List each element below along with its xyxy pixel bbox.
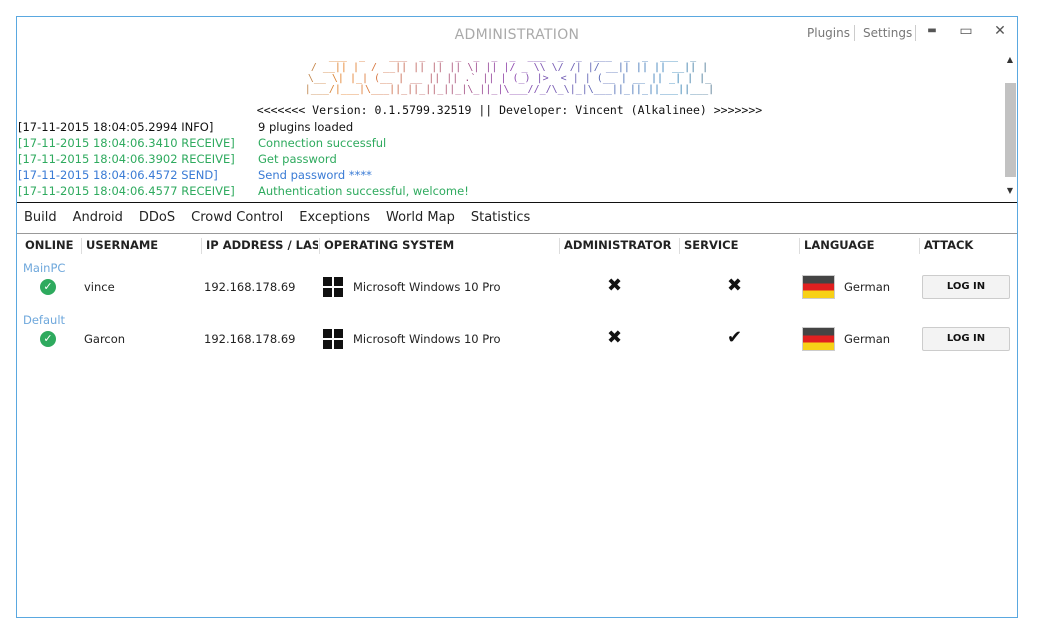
- version-line: <<<<<<< Version: 0.1.5799.32519 || Devel…: [256, 103, 763, 117]
- close-button[interactable]: ✕: [989, 23, 1011, 43]
- operating-system: Microsoft Windows 10 Pro: [353, 280, 501, 294]
- column-header[interactable]: IP ADDRESS / LAST SEEN: [201, 238, 318, 254]
- plugins-link[interactable]: Plugins: [807, 26, 850, 40]
- ip-address: 192.168.178.69: [204, 280, 296, 294]
- main-tabs: Build Android DDoS Crowd Control Exceptions W…: [24, 210, 530, 225]
- username: Garcon: [84, 332, 126, 346]
- column-header[interactable]: SERVICE: [679, 238, 798, 254]
- tab-statistics[interactable]: Statistics: [471, 210, 530, 225]
- divider: [915, 25, 916, 41]
- tab-exceptions[interactable]: Exceptions: [299, 210, 370, 225]
- log-timestamp: [17-11-2015 18:04:06.3410 RECEIVE]: [18, 136, 235, 150]
- ip-address: 192.168.178.69: [204, 332, 296, 346]
- divider: [854, 25, 855, 41]
- administrator-status-icon: ✖: [607, 327, 623, 348]
- log-message: Authentication successful, welcome!: [258, 184, 469, 198]
- maximize-button[interactable]: ▭: [955, 23, 977, 43]
- ascii-logo-banner: ___ _ ___ _ _ _ _ _ _ ___ _ _ ___ _ _ __…: [17, 51, 1002, 95]
- tab-crowd-control[interactable]: Crowd Control: [191, 210, 283, 225]
- group-label[interactable]: MainPC: [23, 261, 65, 275]
- service-status-icon: ✔: [727, 327, 743, 348]
- console-scrollbar[interactable]: ▲ ▼: [1003, 55, 1017, 195]
- log-message: Get password: [258, 152, 337, 166]
- windows-icon: [323, 329, 343, 349]
- column-header[interactable]: USERNAME: [81, 238, 200, 254]
- language: German: [844, 332, 891, 346]
- log-timestamp: [17-11-2015 18:04:06.3902 RECEIVE]: [18, 152, 235, 166]
- tab-android[interactable]: Android: [73, 210, 123, 225]
- log-entry: [17-11-2015 18:04:05.2994 INFO] 9 plugins…: [18, 119, 469, 135]
- administrator-status-icon: ✖: [607, 275, 623, 296]
- log-entry: [17-11-2015 18:04:06.3902 RECEIVE] Get pa…: [18, 151, 469, 167]
- column-header[interactable]: ONLINE: [21, 238, 79, 254]
- language: German: [844, 280, 891, 294]
- log-message: Connection successful: [258, 136, 387, 150]
- column-header[interactable]: LANGUAGE: [799, 238, 918, 254]
- scroll-up-icon[interactable]: ▲: [1003, 55, 1017, 64]
- group-label[interactable]: Default: [23, 313, 65, 327]
- minimize-button[interactable]: ▬: [921, 25, 943, 45]
- administration-window: ADMINISTRATION Plugins Settings ▬ ▭ ✕ __…: [16, 16, 1018, 618]
- log-message: Send password ****: [258, 168, 372, 182]
- log-entry: [17-11-2015 18:04:06.3410 RECEIVE] Connec…: [18, 135, 469, 151]
- windows-icon: [323, 277, 343, 297]
- column-header[interactable]: ATTACK: [919, 238, 1016, 254]
- log-entry: [17-11-2015 18:04:06.4577 RECEIVE] Authen…: [18, 183, 469, 199]
- log-timestamp: [17-11-2015 18:04:05.2994 INFO]: [18, 120, 214, 134]
- operating-system: Microsoft Windows 10 Pro: [353, 332, 501, 346]
- log-entry: [17-11-2015 18:04:06.4572 SEND] Send pass…: [18, 167, 469, 183]
- settings-link[interactable]: Settings: [863, 26, 912, 40]
- log-timestamp: [17-11-2015 18:04:06.4572 SEND]: [18, 168, 218, 182]
- log-in-button[interactable]: LOG IN: [922, 327, 1010, 351]
- online-check-icon: ✓: [40, 279, 56, 295]
- log-in-button[interactable]: LOG IN: [922, 275, 1010, 299]
- service-status-icon: ✖: [727, 275, 743, 296]
- column-header[interactable]: OPERATING SYSTEM: [319, 238, 558, 254]
- tab-ddos[interactable]: DDoS: [139, 210, 175, 225]
- log-message: 9 plugins loaded: [258, 120, 354, 134]
- divider: [17, 202, 1017, 203]
- online-check-icon: ✓: [40, 331, 56, 347]
- console-log: [17-11-2015 18:04:05.2994 INFO] 9 plugins…: [18, 119, 469, 199]
- scroll-down-icon[interactable]: ▼: [1003, 186, 1017, 195]
- scrollbar-thumb[interactable]: [1005, 83, 1016, 177]
- username: vince: [84, 280, 115, 294]
- column-header[interactable]: ADMINISTRATOR: [559, 238, 678, 254]
- german-flag-icon: [802, 327, 835, 351]
- tab-build[interactable]: Build: [24, 210, 57, 225]
- german-flag-icon: [802, 275, 835, 299]
- divider: [17, 233, 1017, 234]
- tab-world-map[interactable]: World Map: [386, 210, 455, 225]
- log-timestamp: [17-11-2015 18:04:06.4577 RECEIVE]: [18, 184, 235, 198]
